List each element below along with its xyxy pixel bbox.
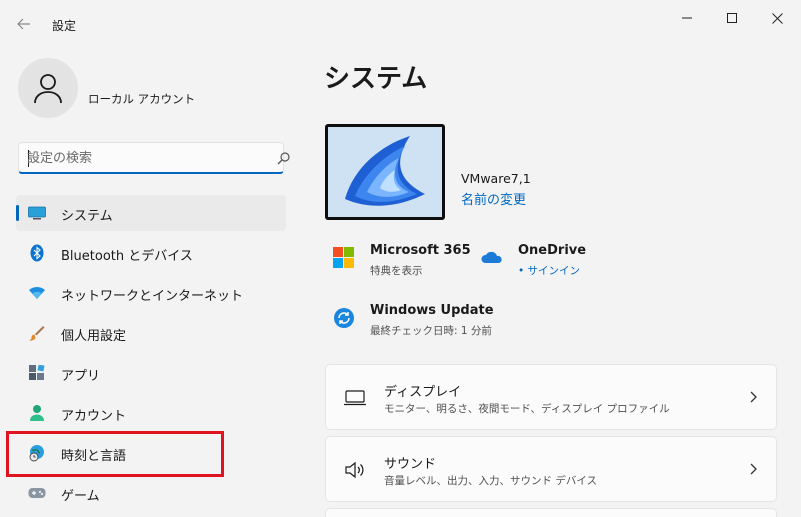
sidebar-item-label: システム xyxy=(61,209,113,224)
close-button[interactable] xyxy=(762,8,792,28)
sidebar-item-personalization[interactable]: 個人用設定 xyxy=(16,315,286,351)
rename-link[interactable]: 名前の変更 xyxy=(461,189,526,208)
search-input[interactable] xyxy=(27,148,253,168)
device-name: VMware7,1 xyxy=(461,171,531,186)
arrow-left-icon xyxy=(17,18,30,30)
brush-icon xyxy=(28,324,46,342)
maximize-button[interactable] xyxy=(717,8,747,28)
microsoft-logo-icon xyxy=(333,247,354,268)
card-title: サウンド xyxy=(384,457,437,472)
close-icon xyxy=(771,12,783,24)
display-icon xyxy=(344,390,366,406)
wifi-icon xyxy=(28,284,46,302)
back-button[interactable] xyxy=(12,12,36,36)
tile-subtitle: • サインイン xyxy=(518,265,581,277)
minimize-icon xyxy=(682,17,692,19)
sidebar-item-system[interactable]: システム xyxy=(16,195,286,231)
sidebar-item-bluetooth[interactable]: Bluetooth とデバイス xyxy=(16,235,286,271)
bluetooth-icon xyxy=(28,244,46,262)
card-title: ディスプレイ xyxy=(384,385,462,400)
title-bar: 設定 xyxy=(0,0,801,48)
gamepad-icon xyxy=(28,484,46,502)
sidebar-item-network[interactable]: ネットワークとインターネット xyxy=(16,275,286,311)
tile-title: Microsoft 365 xyxy=(370,243,471,258)
tile-title: Windows Update xyxy=(370,303,494,318)
sound-settings-card[interactable]: サウンド 音量レベル、出力、入力、サウンド デバイス xyxy=(325,436,777,502)
chevron-right-icon xyxy=(750,391,757,403)
system-icon xyxy=(28,204,46,222)
device-thumbnail xyxy=(325,124,445,220)
highlight-box xyxy=(6,431,224,477)
speaker-icon xyxy=(345,461,364,479)
sidebar-item-accounts[interactable]: アカウント xyxy=(16,395,286,431)
sidebar-item-label: 個人用設定 xyxy=(61,329,127,344)
tile-subtitle: 特典を表示 xyxy=(370,265,423,277)
card-subtitle: モニター、明るさ、夜間モード、ディスプレイ プロファイル xyxy=(384,403,670,415)
app-title: 設定 xyxy=(52,19,77,33)
sidebar-item-label: Bluetooth とデバイス xyxy=(61,249,193,264)
tile-subtitle: 最終チェック日時: 1 分前 xyxy=(370,325,492,337)
sidebar-item-label: ゲーム xyxy=(61,489,100,504)
sidebar-item-label: ネットワークとインターネット xyxy=(61,289,244,304)
search-box[interactable] xyxy=(18,142,290,174)
sidebar-item-label: アカウント xyxy=(61,409,127,424)
next-settings-card[interactable] xyxy=(325,508,777,517)
search-icon[interactable] xyxy=(277,151,291,165)
account-icon xyxy=(28,404,46,422)
tile-title: OneDrive xyxy=(518,243,587,258)
display-settings-card[interactable]: ディスプレイ モニター、明るさ、夜間モード、ディスプレイ プロファイル xyxy=(325,364,777,430)
maximize-icon xyxy=(727,13,737,23)
avatar[interactable] xyxy=(18,58,78,118)
minimize-button[interactable] xyxy=(672,8,702,28)
sidebar-item-apps[interactable]: アプリ xyxy=(16,355,286,391)
profile-name: ローカル アカウント xyxy=(88,92,196,106)
chevron-right-icon xyxy=(750,463,757,475)
sidebar-item-gaming[interactable]: ゲーム xyxy=(16,475,286,511)
sidebar-item-label: アプリ xyxy=(61,369,101,384)
windows-update-icon xyxy=(334,308,354,328)
apps-icon xyxy=(28,364,46,382)
page-title: システム xyxy=(324,64,428,94)
card-subtitle: 音量レベル、出力、入力、サウンド デバイス xyxy=(384,475,598,487)
wallpaper-bloom-image xyxy=(328,127,442,217)
onedrive-cloud-icon xyxy=(481,251,502,263)
user-icon xyxy=(34,74,62,104)
